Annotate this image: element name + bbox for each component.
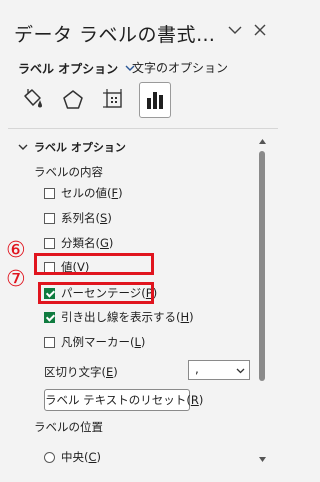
divider: [8, 128, 278, 129]
tab-effects[interactable]: [57, 82, 89, 118]
tab-size-properties[interactable]: [98, 82, 130, 118]
option-label: 系列名(S): [61, 211, 112, 225]
checkbox-box: [44, 336, 55, 348]
checkbox-cell-value[interactable]: セルの値(F): [44, 184, 123, 202]
checkbox-legend-key[interactable]: 凡例マーカー(L): [44, 333, 145, 351]
step-marker-6: ⑥: [6, 238, 26, 263]
separator-value: ,: [195, 362, 199, 376]
highlight-box-value: [34, 253, 154, 275]
checkbox-box: [44, 212, 55, 224]
separator-label: 区切り文字(E): [44, 365, 118, 379]
checkbox-box: [44, 187, 55, 199]
checkbox-checked: [44, 311, 55, 323]
chevron-down-icon: [18, 144, 28, 150]
highlight-box-percentage: [38, 282, 154, 304]
pentagon-effects-icon: [63, 90, 83, 109]
chevron-down-icon: [236, 368, 245, 374]
radio-button: [44, 451, 55, 463]
label-contains-heading: ラベルの内容: [34, 165, 103, 179]
size-properties-icon: [103, 89, 122, 108]
category-selector[interactable]: ラベル オプション: [18, 58, 136, 78]
label-position-heading: ラベルの位置: [34, 420, 103, 434]
reset-label-text-button[interactable]: ラベル テキストのリセット(R): [44, 389, 203, 411]
pane-title: データ ラベルの書式…: [14, 24, 216, 46]
checkbox-category-name[interactable]: 分類名(G): [44, 234, 113, 252]
option-label: セルの値(F): [61, 186, 123, 200]
option-label: 凡例マーカー(L): [61, 335, 146, 349]
tab-fill-line[interactable]: [16, 82, 48, 118]
category-label: ラベル オプション: [18, 61, 119, 76]
checkbox-box: [44, 237, 55, 249]
radio-center[interactable]: 中央(C): [44, 448, 101, 466]
bar-chart-icon: [147, 92, 163, 109]
separator-dropdown[interactable]: ,: [188, 360, 250, 380]
option-label: 分類名(G): [61, 236, 114, 250]
scrollbar-thumb[interactable]: [259, 151, 265, 381]
chevron-down-icon[interactable]: [226, 20, 244, 40]
scroll-up-arrow-icon[interactable]: [258, 138, 267, 145]
paint-bucket-icon: [24, 89, 42, 108]
tab-label-options[interactable]: [139, 82, 171, 118]
step-marker-7: ⑦: [6, 267, 26, 292]
text-options-tab[interactable]: 文字のオプション: [132, 58, 228, 78]
scroll-down-arrow-icon[interactable]: [258, 456, 267, 463]
checkbox-show-leader-lines[interactable]: 引き出し線を表示する(H): [44, 308, 194, 326]
option-label: 中央(C): [61, 450, 102, 464]
close-icon[interactable]: [252, 21, 268, 39]
section-title: ラベル オプション: [34, 141, 126, 154]
section-header-label-options[interactable]: ラベル オプション: [18, 138, 126, 156]
option-label: 引き出し線を表示する(H): [61, 310, 194, 324]
checkbox-series-name[interactable]: 系列名(S): [44, 209, 112, 227]
